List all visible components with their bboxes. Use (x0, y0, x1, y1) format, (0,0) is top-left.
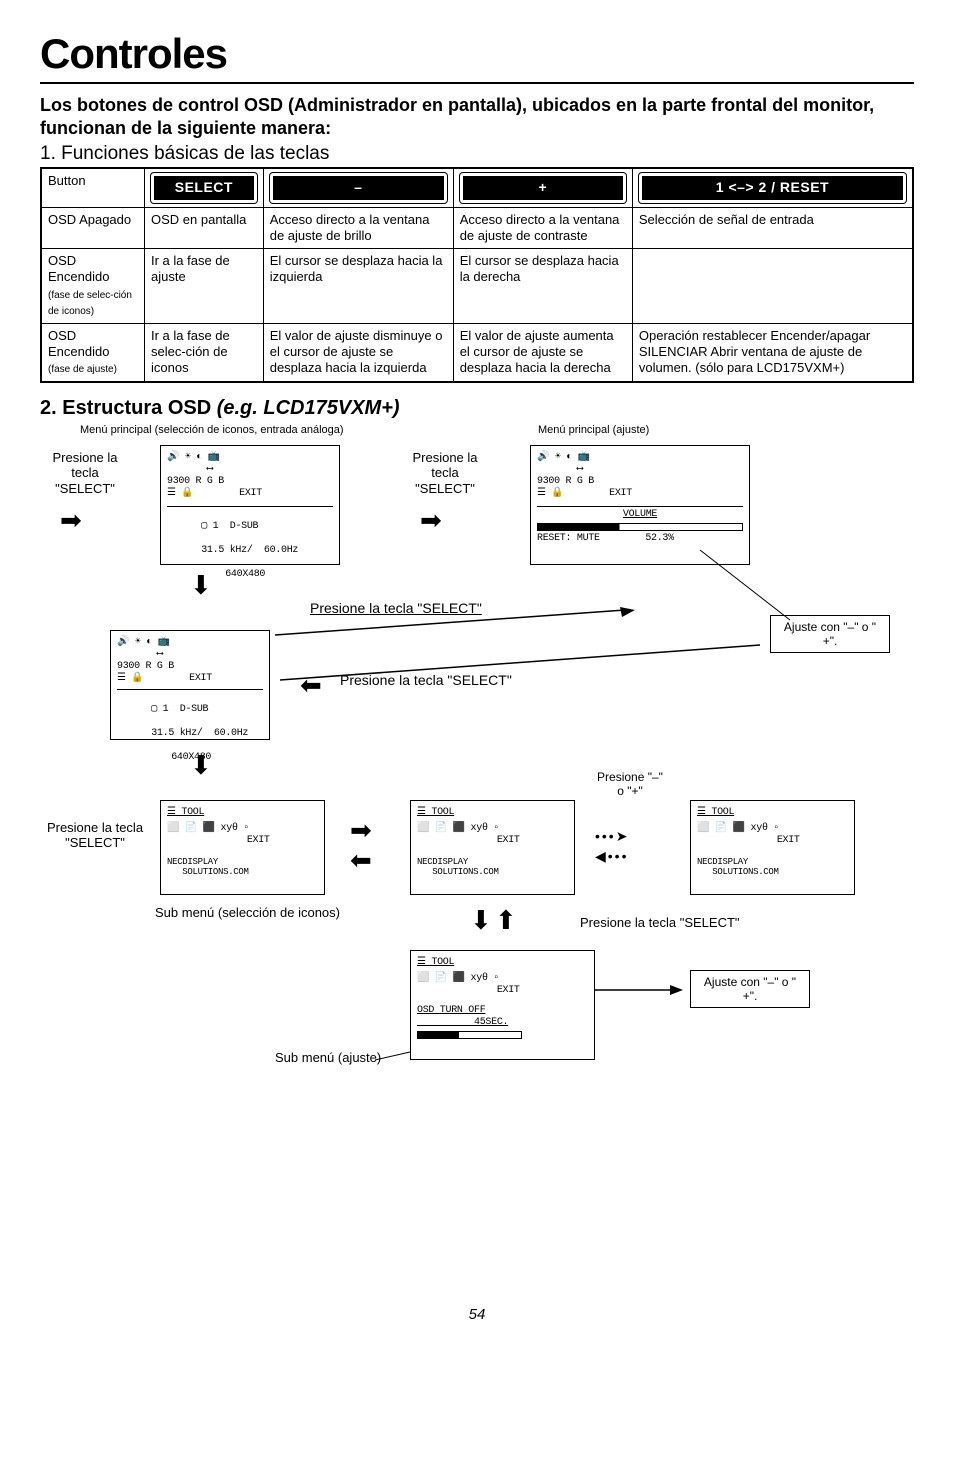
plus-button[interactable]: + (460, 173, 626, 203)
panel-line: RESET: MUTE 52.3% (537, 533, 743, 545)
sub-adj-label: Sub menú (ajuste) (275, 1050, 381, 1066)
volume-bar (537, 523, 743, 531)
panel-line: 640X480 (225, 569, 265, 580)
connector-line (275, 610, 695, 640)
caption-left: Menú principal (selección de iconos, ent… (80, 424, 344, 436)
dots-arrow-left-icon (595, 848, 628, 866)
arrow-left-icon (350, 845, 372, 876)
tool-footer: NECDISPLAY SOLUTIONS.COM (417, 857, 568, 879)
arrow-down-icon (470, 905, 492, 936)
cell: El cursor se desplaza hacia la izquierda (263, 249, 453, 324)
sub-sel-label: Sub menú (selección de iconos) (155, 905, 355, 921)
cell: Operación restablecer Encender/apagar SI… (632, 323, 913, 382)
panel-line: ▢ 1 D-SUB (151, 704, 208, 715)
press-select-label: Presione la tecla "SELECT" (40, 820, 150, 851)
cell: Acceso directo a la ventana de ajuste de… (453, 207, 632, 249)
tool-icons: ⬜ 📄 ⬛ xyθ ▫ EXIT (697, 823, 848, 847)
panel-icons: 🔊 ☀ ◐ 📺 ⟷ 9300 R G B ☰ 🔒 EXIT (167, 452, 333, 500)
arrow-down-icon (190, 750, 212, 781)
tool-icons: ⬜ 📄 ⬛ xyθ ▫ EXIT (167, 823, 318, 847)
page-number: 54 (40, 1306, 914, 1323)
page-subtitle: Los botones de control OSD (Administrado… (40, 94, 914, 139)
panel-line: 31.5 kHz/ 60.0Hz (151, 728, 248, 739)
panel-line: VOLUME (537, 509, 743, 521)
step1-heading: 1. Funciones básicas de las teclas (40, 143, 914, 165)
caption-right: Menú principal (ajuste) (538, 424, 649, 436)
tool-icons: ⬜ 📄 ⬛ xyθ ▫ EXIT (417, 823, 568, 847)
cell: OSD Encendido(fase de ajuste) (41, 323, 145, 382)
panel-line: ▢ 1 D-SUB (201, 521, 258, 532)
main-menu-panel-left: 🔊 ☀ ◐ 📺 ⟷ 9300 R G B ☰ 🔒 EXIT ▢ 1 D-SUB … (160, 445, 340, 565)
tool-panel-1: ☰ TOOL ⬜ 📄 ⬛ xyθ ▫ EXIT NECDISPLAY SOLUT… (160, 800, 325, 895)
arrow-down-icon (190, 570, 212, 601)
table-row: OSD Apagado OSD en pantalla Acceso direc… (41, 207, 913, 249)
section2: 2. Estructura OSD (e.g. LCD175VXM+) Menú… (40, 397, 914, 438)
tool-icons: ⬜ 📄 ⬛ xyθ ▫ EXIT (417, 973, 588, 997)
th-select: SELECT (145, 168, 264, 207)
tool-panel-3: ☰ TOOL ⬜ 📄 ⬛ xyθ ▫ EXIT NECDISPLAY SOLUT… (690, 800, 855, 895)
th-plus: + (453, 168, 632, 207)
tool-adjust-panel: ☰ TOOL ⬜ 📄 ⬛ xyθ ▫ EXIT OSD TURN OFF 45S… (410, 950, 595, 1060)
connector-line (595, 980, 685, 1000)
table-row: OSD Encendido(fase de selec-ción de icon… (41, 249, 913, 324)
tool-title: ☰ TOOL (417, 807, 568, 819)
middle-panel: 🔊 ☀ ◐ 📺 ⟷ 9300 R G B ☰ 🔒 EXIT ▢ 1 D-SUB … (110, 630, 270, 740)
arrow-right-icon (350, 815, 372, 846)
tool-panel-2: ☰ TOOL ⬜ 📄 ⬛ xyθ ▫ EXIT NECDISPLAY SOLUT… (410, 800, 575, 895)
press-select-label: Presione la tecla "SELECT" (400, 450, 490, 497)
dots-arrow-right-icon (595, 828, 629, 846)
cell (632, 249, 913, 324)
cell: El cursor se desplaza hacia la derecha (453, 249, 632, 324)
tool-footer: NECDISPLAY SOLUTIONS.COM (697, 857, 848, 879)
table-row: OSD Encendido(fase de ajuste) Ir a la fa… (41, 323, 913, 382)
panel-icons: 🔊 ☀ ◐ 📺 ⟷ 9300 R G B ☰ 🔒 EXIT (117, 637, 263, 685)
th-button: Button (41, 168, 145, 207)
press-select-label: Presione la tecla "SELECT" (580, 915, 740, 931)
panel-icons: 🔊 ☀ ◐ 📺 ⟷ 9300 R G B ☰ 🔒 EXIT (537, 452, 743, 500)
cell: El valor de ajuste disminuye o el cursor… (263, 323, 453, 382)
adjust-hint-box: Ajuste con "–" o " +". (690, 970, 810, 1009)
tool-footer: NECDISPLAY SOLUTIONS.COM (167, 857, 318, 879)
press-select-label: Presione la tecla "SELECT" (40, 450, 130, 497)
select-button[interactable]: SELECT (151, 173, 257, 203)
cell: Selección de señal de entrada (632, 207, 913, 249)
title-rule (40, 82, 914, 84)
arrow-right-icon (60, 505, 82, 536)
tool-title: ☰ TOOL (417, 957, 588, 969)
cell: OSD en pantalla (145, 207, 264, 249)
cell: Ir a la fase de selec-ción de iconos (145, 323, 264, 382)
press-pm-label: Presione "–" o "+" (595, 770, 665, 799)
adjust-hint-box: Ajuste con "–" o " +". (770, 615, 890, 654)
cell: Ir a la fase de ajuste (145, 249, 264, 324)
osd-structure-diagram: Presione la tecla "SELECT" 🔊 ☀ ◐ 📺 ⟷ 930… (40, 440, 914, 1300)
tool-title: ☰ TOOL (167, 807, 318, 819)
th-reset: 1 <–> 2 / RESET (632, 168, 913, 207)
arrow-up-icon (495, 905, 517, 936)
reset-button[interactable]: 1 <–> 2 / RESET (639, 173, 906, 203)
minus-button[interactable]: – (270, 173, 447, 203)
cell: Acceso directo a la ventana de ajuste de… (263, 207, 453, 249)
main-menu-panel-right: 🔊 ☀ ◐ 📺 ⟷ 9300 R G B ☰ 🔒 EXIT VOLUME RES… (530, 445, 750, 565)
connector-line (280, 645, 770, 685)
cell: El valor de ajuste aumenta el cursor de … (453, 323, 632, 382)
th-minus: – (263, 168, 453, 207)
panel-line: 31.5 kHz/ 60.0Hz (201, 545, 298, 556)
section2-title: 2. Estructura OSD (e.g. LCD175VXM+) (40, 397, 400, 419)
page-title: Controles (40, 30, 914, 78)
osd-turn-line: OSD TURN OFF 45SEC. (417, 1005, 588, 1029)
osd-functions-table: Button SELECT – + 1 <–> 2 / RESET OSD Ap… (40, 167, 914, 383)
osd-turn-bar (417, 1031, 522, 1039)
cell: OSD Encendido(fase de selec-ción de icon… (41, 249, 145, 324)
connector-line (375, 1050, 415, 1065)
tool-title: ☰ TOOL (697, 807, 848, 819)
arrow-right-icon (420, 505, 442, 536)
cell: OSD Apagado (41, 207, 145, 249)
